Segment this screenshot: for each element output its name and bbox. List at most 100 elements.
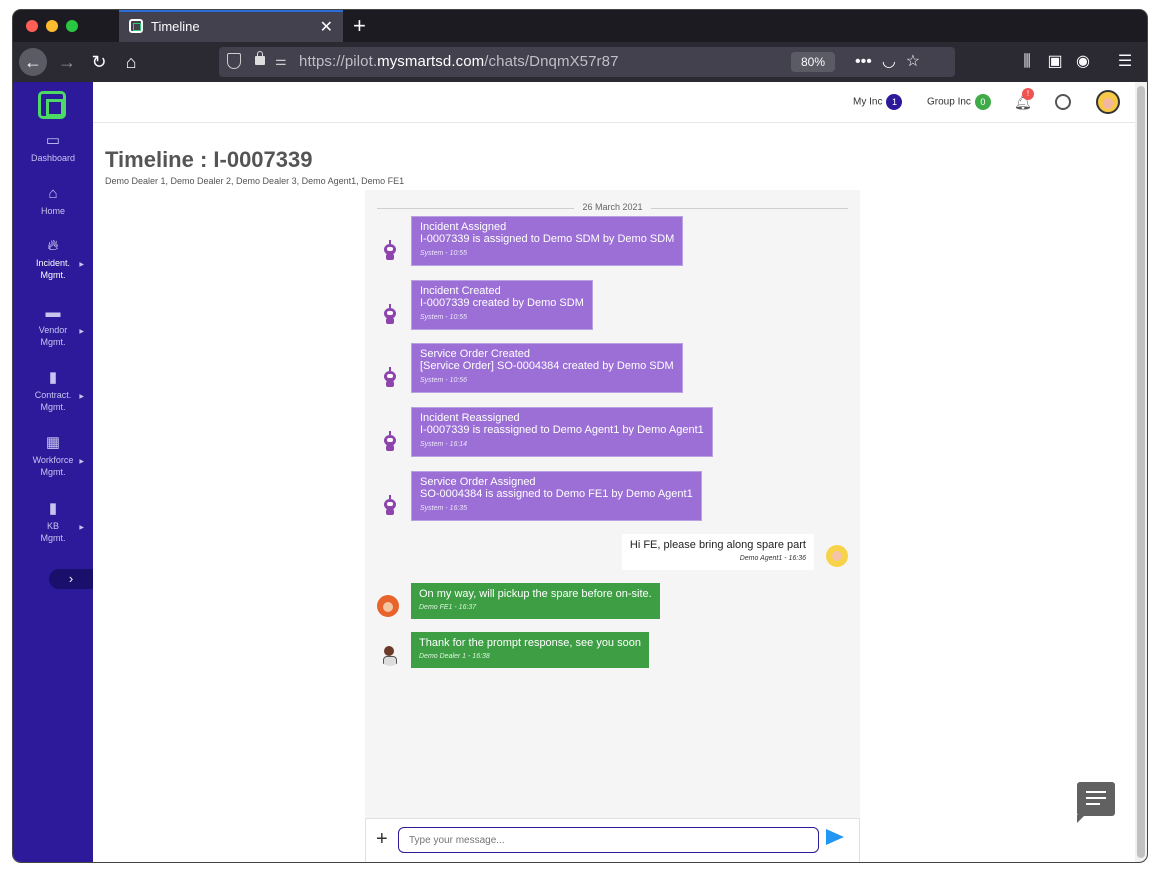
caret-right-icon: ▶ — [79, 525, 84, 531]
system-message-text: I-0007339 is reassigned to Demo Agent1 b… — [420, 424, 704, 436]
user-avatar[interactable] — [1096, 90, 1120, 114]
sidebar-item-dashboard[interactable]: ▭ Dashboard — [13, 132, 93, 164]
sidebar-item-kb-mgmt[interactable]: ▮ KB Mgmt. ▶ — [13, 500, 93, 544]
message-text: On my way, will pickup the spare before … — [419, 588, 652, 600]
sidebar-item-label: Dashboard — [30, 153, 76, 163]
group-inc-button[interactable]: Group Inc 0 — [927, 94, 991, 110]
sidebar-item-vendor-mgmt[interactable]: ▬ Vendor Mgmt. ▶ — [13, 305, 93, 348]
system-message-title: Service Order Assigned — [420, 476, 536, 488]
message-meta: System - 10:55 — [420, 250, 468, 257]
sidebar-item-contract-mgmt[interactable]: ▮ Contract. Mgmt. ▶ — [13, 369, 93, 413]
home-icon: ⌂ — [48, 185, 58, 202]
chat-fab-button[interactable] — [1077, 782, 1115, 823]
tab-title: Timeline — [151, 19, 200, 34]
system-message-title: Service Order Created — [420, 348, 531, 360]
minimize-window-button[interactable] — [46, 20, 58, 32]
zoom-level[interactable]: 80% — [791, 52, 835, 72]
incoming-message: On my way, will pickup the spare before … — [411, 583, 660, 619]
maximize-window-button[interactable] — [66, 20, 78, 32]
url-actions: ••• ◡ ☆ — [855, 51, 930, 71]
system-message: Service Order Assigned SO-0004384 is ass… — [411, 471, 702, 521]
dealer-avatar — [379, 644, 401, 666]
document-icon: ▮ — [48, 369, 58, 386]
notification-badge: ! — [1022, 88, 1034, 100]
top-header: My Inc 1 Group Inc 0 🔔︎! — [93, 82, 1135, 123]
system-bot-icon — [381, 240, 399, 260]
dashboard-icon: ▭ — [45, 132, 61, 149]
sidebar-item-label: Workforce Mgmt. — [32, 455, 74, 477]
sidebar-item-incident-mgmt[interactable]: 🔥︎ Incident. Mgmt. ▶ — [13, 237, 93, 281]
message-meta: System - 10:56 — [420, 377, 468, 384]
fab-line — [1086, 797, 1106, 799]
system-message: Service Order Created [Service Order] SO… — [411, 343, 683, 393]
page-scrollbar[interactable] — [1135, 82, 1147, 862]
system-bot-icon — [381, 367, 399, 387]
fire-icon: 🔥︎ — [47, 237, 59, 254]
sidebar-item-label: Incident. Mgmt. — [35, 258, 71, 280]
close-tab-icon[interactable]: ✕ — [320, 17, 333, 37]
browser-window: Timeline ✕ + ← → ↻ ⌂ ⚌ https://pilot.mys… — [13, 10, 1147, 862]
library-icon[interactable]: ⫼ — [1013, 53, 1041, 71]
date-label: 26 March 2021 — [574, 202, 651, 212]
scrollbar-thumb[interactable] — [1137, 86, 1145, 858]
tab-timeline[interactable]: Timeline ✕ — [119, 10, 343, 42]
app-menu-icon[interactable]: ☰ — [1111, 51, 1139, 71]
group-inc-count-badge: 0 — [974, 94, 991, 110]
reload-button[interactable]: ↻ — [85, 48, 113, 76]
system-bot-icon — [381, 431, 399, 451]
my-inc-count-badge: 1 — [886, 94, 903, 110]
caret-right-icon: ▶ — [79, 394, 84, 400]
send-icon[interactable] — [826, 829, 844, 845]
language-globe-icon[interactable] — [1055, 94, 1071, 110]
message-meta: System - 16:35 — [420, 505, 468, 512]
sidebar-toggle-icon[interactable]: ▣ — [1041, 51, 1069, 71]
page-title: Timeline : I-0007339 — [105, 147, 313, 172]
notifications-bell-icon[interactable]: 🔔︎! — [1014, 88, 1034, 111]
toolbar-right: ⫼ ▣ ◉ ☰ — [1013, 51, 1139, 71]
sidebar-item-home[interactable]: ⌂ Home — [13, 185, 93, 217]
site-favicon-icon — [129, 19, 143, 33]
sidebar-item-workforce-mgmt[interactable]: ▦ Workforce Mgmt. ▶ — [13, 435, 93, 478]
url-text[interactable]: https://pilot.mysmartsd.com/chats/DnqmX5… — [299, 53, 619, 70]
forward-button[interactable]: → — [53, 48, 81, 76]
close-window-button[interactable] — [26, 20, 38, 32]
my-inc-button[interactable]: My Inc 1 — [853, 94, 903, 110]
message-text: Hi FE, please bring along spare part — [629, 539, 806, 551]
account-icon[interactable]: ◉ — [1069, 51, 1097, 71]
caret-right-icon: ▶ — [79, 262, 84, 268]
message-meta: Demo FE1 - 16:37 — [419, 604, 477, 611]
sidebar-item-label: Contract. Mgmt. — [34, 390, 72, 412]
agent-avatar — [826, 545, 848, 567]
my-inc-label: My Inc — [853, 96, 883, 108]
fab-line — [1086, 791, 1106, 793]
url-path: /chats/DnqmX57r87 — [484, 53, 619, 70]
message-meta: System - 10:55 — [420, 314, 468, 321]
system-message-title: Incident Created — [420, 285, 501, 297]
caret-right-icon: ▶ — [79, 459, 84, 465]
page-actions-icon[interactable]: ••• — [855, 53, 872, 70]
tab-strip: Timeline ✕ + — [13, 10, 1147, 42]
system-bot-icon — [381, 495, 399, 515]
book-icon: ▮ — [48, 500, 58, 517]
lock-icon[interactable] — [255, 51, 265, 65]
message-composer: + — [365, 818, 860, 862]
expand-sidebar-button[interactable]: › — [49, 569, 93, 589]
permissions-icon[interactable]: ⚌ — [275, 53, 287, 69]
tracking-shield-icon[interactable] — [227, 53, 241, 69]
message-input[interactable] — [398, 827, 819, 853]
system-bot-icon — [381, 304, 399, 324]
system-message-title: Incident Assigned — [420, 221, 507, 233]
page-content: ▭ Dashboard ⌂ Home 🔥︎ Incident. Mgmt. ▶ … — [13, 82, 1135, 862]
bookmark-star-icon[interactable]: ☆ — [906, 53, 920, 70]
fab-line — [1086, 803, 1100, 805]
system-message: Incident Created I-0007339 created by De… — [411, 280, 593, 330]
message-meta: System - 16:14 — [420, 441, 468, 448]
participants-list: Demo Dealer 1, Demo Dealer 2, Demo Deale… — [105, 176, 405, 186]
pocket-icon[interactable]: ◡ — [882, 53, 896, 70]
new-tab-button[interactable]: + — [353, 13, 366, 39]
address-bar[interactable]: ⚌ https://pilot.mysmartsd.com/chats/Dnqm… — [219, 47, 955, 77]
app-logo-icon[interactable] — [38, 91, 66, 119]
attach-plus-icon[interactable]: + — [376, 829, 388, 849]
home-button[interactable]: ⌂ — [117, 48, 145, 76]
back-button[interactable]: ← — [19, 48, 47, 76]
